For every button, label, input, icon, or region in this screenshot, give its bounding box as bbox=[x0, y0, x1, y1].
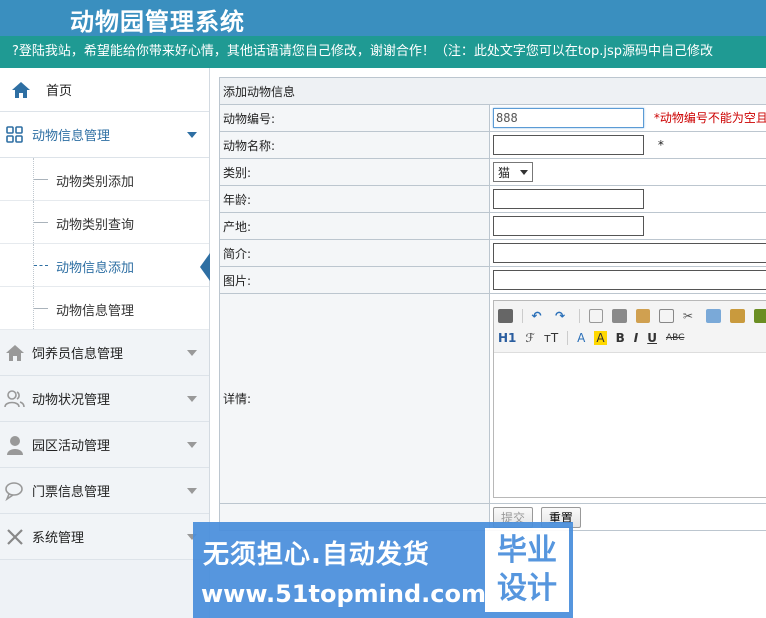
font-color-button[interactable]: A bbox=[577, 331, 585, 345]
watermark-banner: 无须担心.自动发货 www.51topmind.com 毕业 设计 bbox=[193, 522, 573, 618]
app-title: 动物园管理系统 bbox=[70, 8, 245, 36]
sidebar-item-home[interactable]: 首页 bbox=[0, 68, 209, 112]
app-header: 动物园管理系统 bbox=[0, 0, 766, 36]
sidebar-group-ticket[interactable]: 门票信息管理 bbox=[0, 468, 209, 514]
image-input[interactable] bbox=[493, 270, 766, 290]
template-icon[interactable] bbox=[635, 308, 651, 323]
copy-icon[interactable] bbox=[706, 308, 721, 323]
active-indicator bbox=[200, 253, 210, 281]
announcement-marquee: ?登陆我站，希望能给你带来好心情，其他话语请您自己修改，谢谢合作！（注：此处文字… bbox=[0, 36, 766, 68]
rich-text-editor: ↶ ↷ ✂ H1 ℱ тT A A B I U ABC bbox=[493, 299, 766, 498]
sidebar-group-label: 动物状况管理 bbox=[32, 393, 111, 408]
chat-icon bbox=[4, 480, 26, 502]
sidebar-item-label: 动物信息管理 bbox=[56, 304, 135, 319]
origin-input[interactable] bbox=[493, 216, 644, 236]
intro-input[interactable] bbox=[493, 243, 766, 263]
underline-button[interactable]: U bbox=[647, 331, 657, 345]
category-selected-value: 猫 bbox=[498, 165, 511, 180]
chevron-down-icon bbox=[187, 442, 197, 448]
sidebar-item-label: 首页 bbox=[46, 84, 73, 99]
sidebar-group-animal-info[interactable]: 动物信息管理 bbox=[0, 112, 209, 158]
chevron-down-icon bbox=[187, 350, 197, 356]
sidebar-item-animal-info-add[interactable]: 动物信息添加 bbox=[0, 244, 210, 287]
detail-label: 详情: bbox=[219, 293, 490, 504]
users-icon bbox=[4, 388, 26, 410]
home-icon bbox=[10, 79, 32, 101]
sidebar-item-label: 动物信息添加 bbox=[56, 261, 135, 276]
age-input[interactable] bbox=[493, 189, 644, 209]
category-select[interactable]: 猫 bbox=[493, 162, 534, 182]
watermark-url: www.51topmind.com bbox=[201, 580, 486, 608]
number-error-text: *动物编号不能为空且 bbox=[653, 111, 766, 125]
paste-text-icon[interactable] bbox=[753, 308, 766, 323]
sidebar-group-label: 饲养员信息管理 bbox=[32, 347, 124, 362]
animal-name-input[interactable] bbox=[493, 135, 644, 155]
preview-icon[interactable] bbox=[588, 308, 604, 323]
animal-number-input[interactable] bbox=[493, 108, 644, 128]
sidebar-item-label: 动物类别添加 bbox=[56, 175, 135, 190]
tools-icon bbox=[4, 526, 26, 548]
font-family-button[interactable]: ℱ bbox=[525, 331, 534, 345]
dropdown-arrow-icon bbox=[520, 169, 529, 175]
age-label: 年龄: bbox=[219, 185, 490, 213]
form-title: 添加动物信息 bbox=[219, 77, 766, 105]
print-icon[interactable] bbox=[612, 308, 627, 323]
undo-icon[interactable]: ↶ bbox=[532, 309, 547, 323]
paste-icon[interactable] bbox=[729, 308, 745, 323]
source-icon[interactable] bbox=[498, 308, 513, 323]
sidebar-item-animal-category-query[interactable]: 动物类别查询 bbox=[0, 201, 209, 244]
watermark-line1: 无须担心.自动发货 bbox=[203, 540, 430, 570]
origin-label: 产地: bbox=[219, 212, 490, 240]
strikethrough-button[interactable]: ABC bbox=[666, 333, 684, 343]
sidebar-group-system[interactable]: 系统管理 bbox=[0, 514, 209, 560]
image-label: 图片: bbox=[219, 266, 490, 294]
sidebar-group-label: 系统管理 bbox=[32, 531, 85, 546]
category-label: 类别: bbox=[219, 158, 490, 186]
sidebar-item-animal-category-add[interactable]: 动物类别添加 bbox=[0, 158, 209, 201]
sidebar-item-animal-info-manage[interactable]: 动物信息管理 bbox=[0, 287, 209, 330]
code-icon[interactable] bbox=[659, 308, 674, 323]
editor-content-area[interactable] bbox=[494, 353, 766, 495]
add-animal-form: 添加动物信息 动物编号: *动物编号不能为空且 动物名称: * 类别: 猫 bbox=[219, 77, 766, 531]
chevron-down-icon bbox=[187, 132, 197, 138]
sidebar-group-label: 门票信息管理 bbox=[32, 485, 111, 500]
watermark-badge-line2: 设计 bbox=[497, 571, 557, 606]
grid-icon bbox=[4, 124, 26, 146]
name-label: 动物名称: bbox=[219, 131, 490, 159]
italic-button[interactable]: I bbox=[634, 331, 638, 345]
sidebar-group-keeper[interactable]: 饲养员信息管理 bbox=[0, 330, 209, 376]
watermark-badge-line1: 毕业 bbox=[497, 533, 557, 568]
sidebar: 首页 动物信息管理 动物类别添加 动物类别查询 动物信息添加 动物信息管理 饲养… bbox=[0, 68, 210, 618]
intro-label: 简介: bbox=[219, 239, 490, 267]
required-mark: * bbox=[657, 138, 664, 152]
chevron-down-icon bbox=[187, 396, 197, 402]
number-label: 动物编号: bbox=[219, 104, 490, 132]
redo-icon[interactable]: ↷ bbox=[555, 309, 570, 323]
sidebar-group-animal-status[interactable]: 动物状况管理 bbox=[0, 376, 209, 422]
chevron-down-icon bbox=[187, 488, 197, 494]
sidebar-group-activity[interactable]: 园区活动管理 bbox=[0, 422, 209, 468]
editor-toolbar: ↶ ↷ ✂ H1 ℱ тT A A B I U ABC bbox=[494, 300, 766, 353]
background-color-button[interactable]: A bbox=[594, 330, 607, 345]
sidebar-group-label: 动物信息管理 bbox=[32, 129, 111, 144]
watermark-badge: 毕业 设计 bbox=[485, 528, 569, 612]
font-size-button[interactable]: тT bbox=[544, 331, 558, 345]
sidebar-item-label: 动物类别查询 bbox=[56, 218, 135, 233]
cut-icon[interactable]: ✂ bbox=[683, 309, 698, 323]
user-icon bbox=[4, 434, 26, 456]
bold-button[interactable]: B bbox=[616, 331, 625, 345]
heading-button[interactable]: H1 bbox=[498, 331, 516, 345]
sidebar-group-label: 园区活动管理 bbox=[32, 439, 111, 454]
home-icon bbox=[4, 342, 26, 364]
